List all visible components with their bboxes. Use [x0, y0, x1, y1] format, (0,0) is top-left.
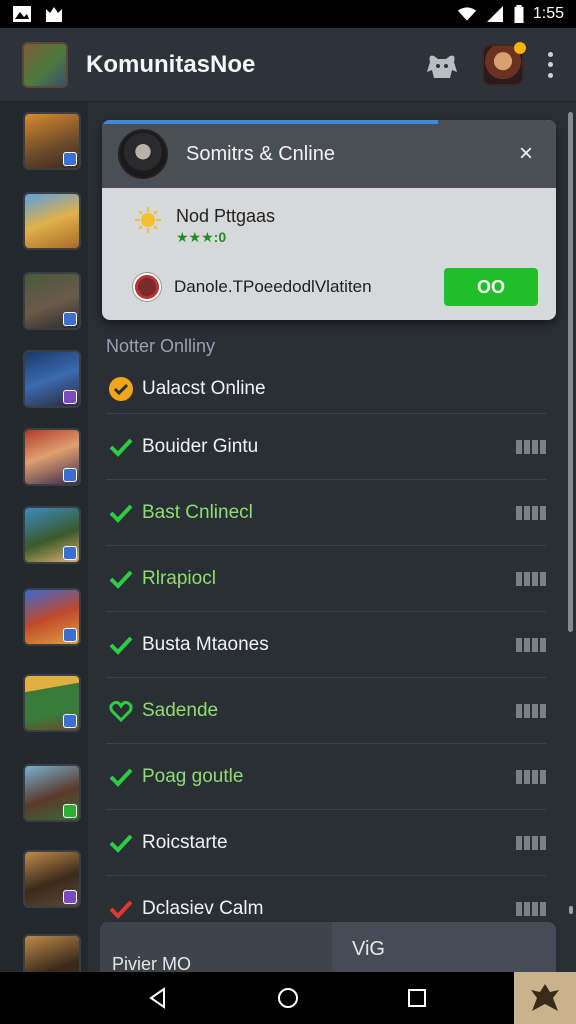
check-icon: [109, 834, 133, 853]
card-header: Somitrs & Cnline ×: [102, 120, 556, 188]
list-item[interactable]: Roicstarte: [106, 810, 546, 876]
sidebar-game-9[interactable]: [23, 764, 81, 822]
wifi-icon: [457, 7, 477, 21]
list-item[interactable]: Poag goutle: [106, 744, 546, 810]
sidebar-game-10[interactable]: [23, 850, 81, 908]
sidebar-game-6[interactable]: [23, 506, 81, 564]
section-label: Notter Onlliny: [106, 336, 216, 356]
sidebar-game-1[interactable]: [23, 112, 81, 170]
recents-icon[interactable]: [405, 986, 429, 1010]
app-title: KomunitasNoe: [86, 50, 256, 78]
drag-handle-icon[interactable]: [516, 769, 546, 784]
check-icon: [109, 900, 133, 919]
profile-avatar[interactable]: [482, 41, 526, 86]
scrollbar-end: [569, 906, 573, 914]
friend-list: Ualacst Online Bouider Gintu Bast Cnlinecl…: [106, 364, 546, 942]
heart-icon: [109, 700, 133, 722]
bottom-left-tab[interactable]: Pivier MO: [100, 922, 332, 974]
list-item-label: Bast Cnlinecl: [142, 501, 253, 523]
bottom-right-tab[interactable]: ViG: [332, 922, 556, 974]
sidebar-game-2[interactable]: [23, 192, 81, 250]
photo-icon: [13, 6, 31, 22]
app-logo: [22, 41, 68, 88]
drag-handle-icon[interactable]: [516, 703, 546, 718]
list-item-label: Rlrapiocl: [142, 567, 216, 589]
card-player-detail: Danole.TPoeedodlVlatiten: [174, 277, 372, 296]
list-item-label: Bouider Gintu: [142, 435, 259, 457]
notification-icon: [46, 7, 62, 22]
clock-time: 1:55: [532, 5, 564, 22]
community-mascot-icon[interactable]: [424, 50, 460, 80]
main-panel: Somitrs & Cnline × Nod Pttgaas ★★★:0 Dan…: [88, 102, 576, 972]
friend-request-card: Somitrs & Cnline × Nod Pttgaas ★★★:0 Dan…: [102, 120, 556, 320]
floating-app-icon[interactable]: [514, 972, 576, 1024]
drag-handle-icon[interactable]: [516, 835, 546, 850]
drag-handle-icon[interactable]: [516, 901, 546, 916]
home-icon[interactable]: [276, 986, 300, 1010]
drag-handle-icon[interactable]: [516, 439, 546, 454]
list-item[interactable]: Rlrapiocl: [106, 546, 546, 612]
list-item-label: Sadende: [142, 699, 219, 721]
list-item-label: Busta Mtaones: [142, 633, 269, 655]
bottom-panel: Pivier MO ViG: [100, 922, 556, 974]
navigation-bar: [0, 972, 576, 1024]
more-options-icon[interactable]: [546, 51, 554, 78]
card-avatar: [118, 129, 168, 179]
list-item[interactable]: Bouider Gintu: [106, 414, 546, 480]
check-icon: [109, 768, 133, 787]
list-item[interactable]: Bast Cnlinecl: [106, 480, 546, 546]
scrollbar[interactable]: [568, 112, 573, 632]
list-item[interactable]: Ualacst Online: [106, 364, 546, 414]
drag-handle-icon[interactable]: [516, 505, 546, 520]
sidebar: [0, 102, 88, 992]
app-bar: KomunitasNoe: [0, 28, 576, 102]
check-icon: [109, 504, 133, 523]
card-rating: ★★★:0: [176, 229, 227, 245]
sidebar-game-5[interactable]: [23, 428, 81, 486]
check-icon: [109, 570, 133, 589]
battery-icon: [514, 5, 524, 23]
drag-handle-icon[interactable]: [516, 571, 546, 586]
check-icon: [109, 438, 133, 457]
card-player-name: Nod Pttgaas: [176, 206, 276, 226]
sidebar-game-7[interactable]: [23, 588, 81, 646]
signal-icon: [486, 6, 503, 22]
player-avatar: [132, 272, 162, 302]
character-icon: [531, 984, 559, 1011]
list-item-label: Poag goutle: [142, 765, 244, 787]
status-bar: 1:55: [0, 0, 576, 28]
list-item[interactable]: Sadende: [106, 678, 546, 744]
list-item-label: Ualacst Online: [142, 377, 266, 399]
list-item-label: Dclasiev Calm: [142, 897, 264, 919]
online-check-icon: [109, 376, 133, 401]
back-icon[interactable]: [146, 986, 170, 1010]
sidebar-game-8[interactable]: [23, 674, 81, 732]
drag-handle-icon[interactable]: [516, 637, 546, 652]
list-item[interactable]: Busta Mtaones: [106, 612, 546, 678]
sidebar-game-4[interactable]: [23, 350, 81, 408]
list-item-label: Roicstarte: [142, 831, 228, 853]
check-icon: [109, 636, 133, 655]
sun-icon: [135, 207, 161, 233]
sidebar-game-3[interactable]: [23, 272, 81, 330]
close-icon[interactable]: ×: [512, 140, 540, 168]
accept-button[interactable]: OO: [444, 268, 538, 306]
card-title: Somitrs & Cnline: [186, 142, 335, 165]
